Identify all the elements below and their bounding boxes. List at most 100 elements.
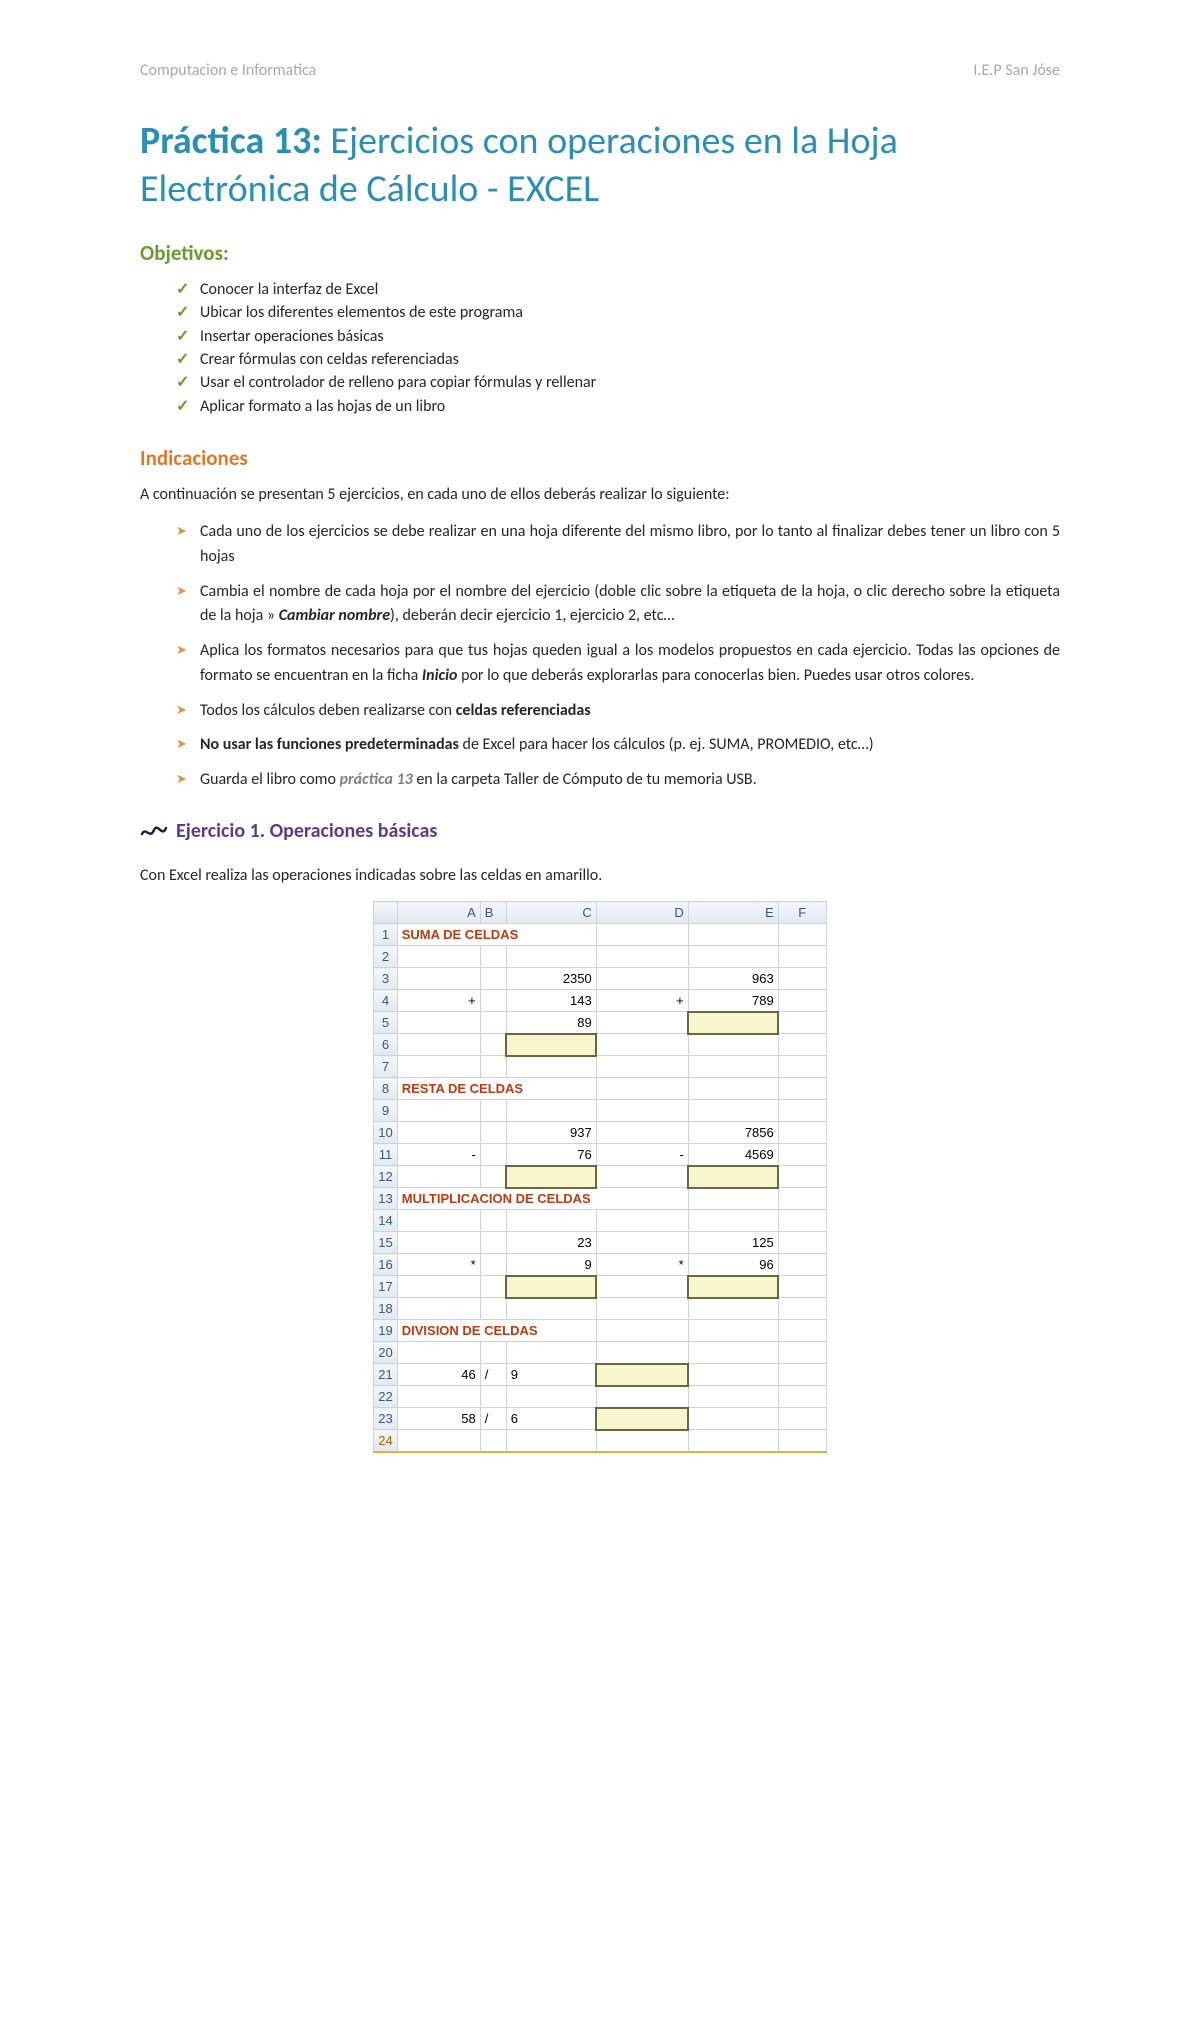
excel-row: 11-76-4569 [374,1144,826,1166]
row-header: 8 [374,1078,397,1100]
result-cell [506,1166,596,1188]
row-header: 21 [374,1364,397,1386]
cell: / [480,1408,506,1430]
row-header: 20 [374,1342,397,1364]
section-cell: SUMA DE CELDAS [397,924,596,946]
page-header: Computacion e Informatica I.E.P San Jóse [140,60,1060,82]
excel-row: 7 [374,1056,826,1078]
excel-row: 18 [374,1298,826,1320]
cell: 963 [688,968,778,990]
indication-item: Todos los cálculos deben realizarse con … [176,699,1060,724]
cell: / [480,1364,506,1386]
cell: 58 [397,1408,480,1430]
row-header: 19 [374,1320,397,1342]
pencil-scribble-icon [140,820,168,842]
objective-item: Crear fórmulas con celdas referenciadas [176,349,1060,371]
cell: 46 [397,1364,480,1386]
objective-item: Usar el controlador de relleno para copi… [176,372,1060,394]
excel-body: 1SUMA DE CELDAS 2 32350963 4+143+789 589… [374,924,826,1452]
row-header: 14 [374,1210,397,1232]
cell: * [596,1254,688,1276]
row-header: 1 [374,924,397,946]
row-header: 11 [374,1144,397,1166]
cell: 2350 [506,968,596,990]
row-header: 12 [374,1166,397,1188]
col-header: D [596,902,688,924]
exercise-intro: Con Excel realiza las operaciones indica… [140,865,1060,887]
section-cell: DIVISION DE CELDAS [397,1320,596,1342]
cell: + [596,990,688,1012]
excel-row: 14 [374,1210,826,1232]
result-cell [688,1012,778,1034]
excel-row: 20 [374,1342,826,1364]
row-header: 7 [374,1056,397,1078]
cell: 76 [506,1144,596,1166]
excel-col-headers: A B C D E F [374,902,826,924]
objective-item: Aplicar formato a las hojas de un libro [176,396,1060,418]
objective-item: Insertar operaciones básicas [176,326,1060,348]
excel-row: 2146/9 [374,1364,826,1386]
cell: 89 [506,1012,596,1034]
objectives-list: Conocer la interfaz de Excel Ubicar los … [140,279,1060,418]
excel-screenshot: A B C D E F 1SUMA DE CELDAS 2 3 2350 963 4… [140,901,1060,1453]
indication-item: No usar las funciones predeterminadas de… [176,733,1060,758]
header-right: I.E.P San Jóse [973,60,1060,82]
excel-row: 589 [374,1012,826,1034]
cell: 143 [506,990,596,1012]
cell: 4569 [688,1144,778,1166]
cell: * [397,1254,480,1276]
result-cell [688,1166,778,1188]
excel-row: 4+143+789 [374,990,826,1012]
excel-grid: A B C D E F 1SUMA DE CELDAS 2 3 2350 963 4… [373,901,826,1453]
result-cell [506,1034,596,1056]
select-all-corner [374,902,397,924]
cell: 9 [506,1254,596,1276]
col-header: F [778,902,826,924]
indication-item: Cambia el nombre de cada hoja por el nom… [176,580,1060,630]
page-title: Práctica 13: Ejercicios con operaciones … [140,118,1060,213]
result-cell [596,1364,688,1386]
excel-row: 6 [374,1034,826,1056]
cell: 7856 [688,1122,778,1144]
objectives-heading: Objetivos: [140,239,1060,268]
title-prefix: Práctica 13: [140,118,322,164]
excel-row: 8RESTA DE CELDAS [374,1078,826,1100]
row-header: 18 [374,1298,397,1320]
cell: - [596,1144,688,1166]
row-header: 6 [374,1034,397,1056]
excel-row: 109377856 [374,1122,826,1144]
row-header: 2 [374,946,397,968]
indications-intro: A continuación se presentan 5 ejercicios… [140,484,1060,506]
cell: 125 [688,1232,778,1254]
excel-row: 1SUMA DE CELDAS [374,924,826,946]
excel-row: 2358/6 [374,1408,826,1430]
excel-row: 13MULTIPLICACION DE CELDAS [374,1188,826,1210]
indication-item: Cada uno de los ejercicios se debe reali… [176,520,1060,570]
row-header: 16 [374,1254,397,1276]
excel-row: 3 2350 963 [374,968,826,990]
col-header: B [480,902,506,924]
section-cell: RESTA DE CELDAS [397,1078,596,1100]
objective-item: Conocer la interfaz de Excel [176,279,1060,301]
cell: 96 [688,1254,778,1276]
excel-row: 17 [374,1276,826,1298]
exercise-heading-row: Ejercicio 1. Operaciones básicas [140,817,1060,845]
excel-row: 9 [374,1100,826,1122]
row-header: 15 [374,1232,397,1254]
cell: - [397,1144,480,1166]
cell: + [397,990,480,1012]
result-cell [596,1408,688,1430]
indication-item: Guarda el libro como práctica 13 en la c… [176,768,1060,793]
col-header: C [506,902,596,924]
result-cell [506,1276,596,1298]
header-left: Computacion e Informatica [140,60,316,82]
excel-row: 1523125 [374,1232,826,1254]
row-header: 9 [374,1100,397,1122]
row-header: 3 [374,968,397,990]
section-cell: MULTIPLICACION DE CELDAS [397,1188,688,1210]
indications-heading: Indicaciones [140,444,1060,473]
cell: 9 [506,1364,596,1386]
indications-list: Cada uno de los ejercicios se debe reali… [140,520,1060,793]
row-header: 17 [374,1276,397,1298]
row-header: 23 [374,1408,397,1430]
